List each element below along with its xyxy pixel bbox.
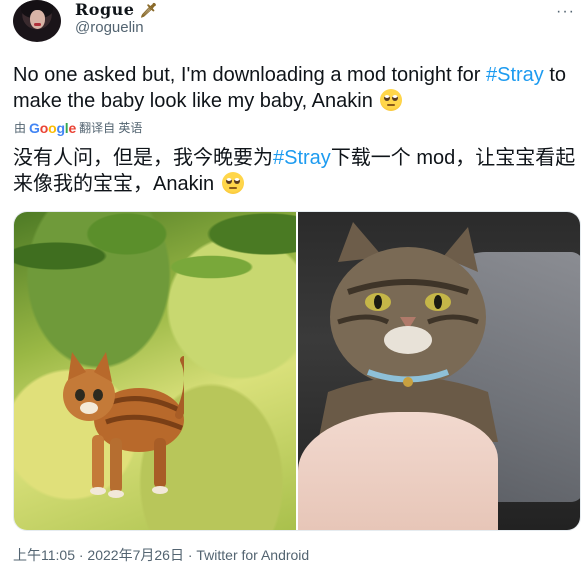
hashtag-link[interactable]: #Stray <box>486 64 544 86</box>
translation-suffix: 翻译自 英语 <box>79 121 143 135</box>
avatar[interactable] <box>13 0 61 42</box>
human-arm <box>298 412 498 530</box>
translation-attribution[interactable]: 由 Google 翻译自 英语 <box>14 119 142 136</box>
avatar-lip <box>34 23 41 26</box>
real-cat-photo[interactable] <box>298 212 580 530</box>
tweet-text: No one asked but, I'm downloading a mod … <box>13 62 583 114</box>
translated-hashtag-link[interactable]: #Stray <box>273 147 331 169</box>
display-name-text[interactable]: Rogue <box>75 0 134 19</box>
user-handle[interactable]: @roguelin <box>75 19 144 36</box>
tweet-text-part1: No one asked but, I'm downloading a mod … <box>13 64 486 86</box>
game-cat-photo[interactable] <box>14 212 296 530</box>
more-options-icon[interactable]: ··· <box>556 3 575 21</box>
translated-tweet-text: 没有人问，但是，我今晚要为#Stray下载一个 mod，让宝宝看起来像我的宝宝，… <box>13 145 583 197</box>
game-cat-illustration <box>63 352 184 498</box>
foliage <box>14 212 296 322</box>
sword-icon: 🗡 <box>139 3 158 19</box>
google-logo: Google <box>29 119 77 136</box>
translation-prefix: 由 <box>14 121 27 135</box>
avatar-face <box>30 10 45 29</box>
tweet-timestamp[interactable]: 上午11:05 · 2022年7月26日 · Twitter for Andro… <box>13 545 309 565</box>
display-name[interactable]: Rogue 🗡 <box>75 0 158 19</box>
real-cat-illustration <box>318 222 498 442</box>
rolling-eyes-emoji-icon <box>380 89 403 111</box>
rolling-eyes-emoji-icon <box>221 172 244 194</box>
tweet-media[interactable] <box>13 211 581 531</box>
translated-text-part1: 没有人问，但是，我今晚要为 <box>13 147 273 169</box>
